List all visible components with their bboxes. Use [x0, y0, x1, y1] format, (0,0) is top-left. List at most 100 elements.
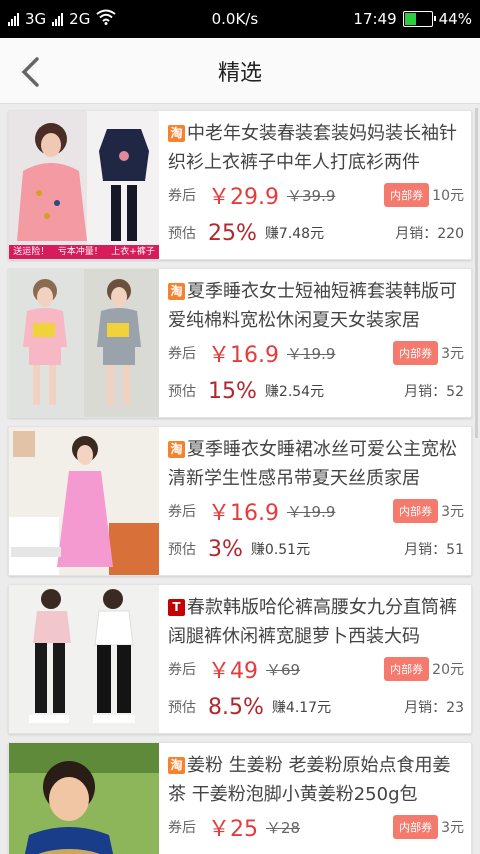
earn-amount: 赚0.51元 [250, 542, 311, 558]
taobao-icon: 淘 [168, 283, 185, 300]
product-title-text: 夏季睡衣女睡裙冰丝可爱公主宽松清新学生性感吊带夏天丝质家居 [168, 439, 457, 489]
product-card[interactable]: 淘夏季睡衣女睡裙冰丝可爱公主宽松清新学生性感吊带夏天丝质家居 券后 ￥16.9 … [8, 426, 472, 576]
product-title-text: 春款韩版哈伦裤高腰女九分直筒裤阔腿裤休闲裤宽腿萝卜西装大码 [168, 597, 457, 647]
original-price: ￥69 [266, 660, 301, 679]
product-card[interactable]: T 春款韩版哈伦裤高腰女九分直筒裤阔腿裤休闲裤宽腿萝卜西装大码 券后 ￥49 ￥6… [8, 584, 472, 734]
coupon-value: 10元 [432, 188, 464, 204]
price-row: 券后 ￥16.9 ￥19.9 内部券 3元 [168, 495, 464, 527]
after-coupon-label: 券后 [168, 820, 196, 836]
original-price: ￥28 [266, 818, 301, 837]
product-card[interactable]: 淘姜粉 生姜粉 老姜粉原始点食用姜茶 干姜粉泡脚小黄姜粉250g包 券后 ￥25… [8, 742, 472, 854]
network-type-1: 3G [25, 10, 47, 28]
product-title[interactable]: 淘夏季睡衣女睡裙冰丝可爱公主宽松清新学生性感吊带夏天丝质家居 [168, 435, 464, 493]
clock: 17:49 [353, 10, 397, 28]
commission-percent: 15% [208, 378, 257, 404]
coupon-value: 3元 [441, 820, 464, 836]
monthly-sales: 月销：51 [404, 542, 464, 558]
inner-coupon-badge[interactable]: 内部券 [393, 815, 439, 839]
price: ￥16.9 [208, 343, 279, 368]
network-type-2: 2G [69, 10, 91, 28]
thumb-caption-mid: 亏本冲量！ [57, 247, 103, 257]
product-title[interactable]: 淘姜粉 生姜粉 老姜粉原始点食用姜茶 干姜粉泡脚小黄姜粉250g包 [168, 751, 464, 809]
taobao-icon: 淘 [168, 757, 185, 774]
product-info: 淘姜粉 生姜粉 老姜粉原始点食用姜茶 干姜粉泡脚小黄姜粉250g包 券后 ￥25… [159, 743, 471, 854]
wifi-icon [96, 9, 116, 29]
tmall-icon: T [168, 599, 185, 616]
coupon-value: 3元 [441, 346, 464, 362]
price-row: 券后 ￥29.9 ￥39.9 内部券 10元 [168, 179, 464, 211]
price-row: 券后 ￥49 ￥69 内部券 20元 [168, 653, 464, 685]
status-right: 17:49 44% [353, 10, 472, 28]
estimate-label: 预估 [168, 226, 196, 242]
product-title-text: 中老年女装春装套装妈妈装长袖针织衫上衣裤子中年人打底衫两件 [168, 123, 457, 173]
product-card[interactable]: 淘夏季睡衣女士短袖短裤套装韩版可爱纯棉料宽松休闲夏天女装家居 券后 ￥16.9 … [8, 268, 472, 418]
commission-percent: 25% [208, 220, 257, 246]
estimate-row: 预估 15% 赚2.54元 月销：52 [168, 374, 464, 408]
product-card[interactable]: 送运险！ 亏本冲量！ 上衣+裤子 淘中老年女装春装套装妈妈装长袖针织衫上衣裤子中… [8, 110, 472, 260]
price: ￥49 [208, 659, 258, 684]
product-image[interactable] [9, 585, 159, 733]
product-list[interactable]: 送运险！ 亏本冲量！ 上衣+裤子 淘中老年女装春装套装妈妈装长袖针织衫上衣裤子中… [0, 104, 480, 854]
after-coupon-label: 券后 [168, 346, 196, 362]
estimate-row: 预估 5% [168, 848, 464, 854]
product-title[interactable]: 淘夏季睡衣女士短袖短裤套装韩版可爱纯棉料宽松休闲夏天女装家居 [168, 277, 464, 335]
after-coupon-label: 券后 [168, 662, 196, 678]
product-image[interactable] [9, 427, 159, 575]
status-bar: 3G 2G 0.0K/s 17:49 44% [0, 0, 480, 38]
taobao-icon: 淘 [168, 125, 185, 142]
product-info: 淘夏季睡衣女士短袖短裤套装韩版可爱纯棉料宽松休闲夏天女装家居 券后 ￥16.9 … [159, 269, 471, 417]
back-button[interactable] [10, 52, 50, 92]
taobao-icon: 淘 [168, 441, 185, 458]
product-info: 淘夏季睡衣女睡裙冰丝可爱公主宽松清新学生性感吊带夏天丝质家居 券后 ￥16.9 … [159, 427, 471, 575]
product-title[interactable]: 淘中老年女装春装套装妈妈装长袖针织衫上衣裤子中年人打底衫两件 [168, 119, 464, 177]
network-speed: 0.0K/s [211, 10, 259, 28]
after-coupon-label: 券后 [168, 504, 196, 520]
inner-coupon-badge[interactable]: 内部券 [393, 341, 439, 365]
price-row: 券后 ￥25 ￥28 内部券 3元 [168, 811, 464, 843]
earn-amount: 赚7.48元 [264, 226, 325, 242]
estimate-row: 预估 25% 赚7.48元 月销：220 [168, 216, 464, 250]
inner-coupon-badge[interactable]: 内部券 [393, 499, 439, 523]
price: ￥25 [208, 817, 258, 842]
estimate-label: 预估 [168, 700, 196, 716]
signal-icon [8, 12, 19, 26]
earn-amount: 赚4.17元 [271, 700, 332, 716]
monthly-sales: 月销：220 [395, 226, 464, 242]
thumb-caption-left: 送运险！ [13, 247, 50, 257]
product-title-text: 夏季睡衣女士短袖短裤套装韩版可爱纯棉料宽松休闲夏天女装家居 [168, 281, 457, 331]
original-price: ￥19.9 [287, 502, 336, 521]
after-coupon-label: 券后 [168, 188, 196, 204]
price-row: 券后 ￥16.9 ￥19.9 内部券 3元 [168, 337, 464, 369]
thumb-caption-right: 上衣+裤子 [111, 247, 155, 257]
product-image[interactable]: 送运险！ 亏本冲量！ 上衣+裤子 [9, 111, 159, 259]
status-left: 3G 2G [8, 9, 116, 29]
product-title-text: 姜粉 生姜粉 老姜粉原始点食用姜茶 干姜粉泡脚小黄姜粉250g包 [168, 755, 451, 805]
inner-coupon-badge[interactable]: 内部券 [384, 183, 430, 207]
battery-icon [402, 11, 436, 27]
inner-coupon-badge[interactable]: 内部券 [384, 657, 430, 681]
signal-icon-2 [52, 12, 64, 26]
battery-percent: 44% [438, 10, 472, 28]
coupon-value: 3元 [441, 504, 464, 520]
original-price: ￥19.9 [287, 344, 336, 363]
price: ￥29.9 [208, 185, 279, 210]
product-info: T 春款韩版哈伦裤高腰女九分直筒裤阔腿裤休闲裤宽腿萝卜西装大码 券后 ￥49 ￥6… [159, 585, 471, 733]
product-info: 淘中老年女装春装套装妈妈装长袖针织衫上衣裤子中年人打底衫两件 券后 ￥29.9 … [159, 111, 471, 259]
page-title: 精选 [217, 60, 262, 86]
estimate-row: 预估 8.5% 赚4.17元 月销：23 [168, 690, 464, 724]
monthly-sales: 月销：52 [404, 384, 464, 400]
coupon-value: 20元 [432, 662, 464, 678]
title-bar: 精选 [0, 38, 480, 104]
scrollbar[interactable] [475, 108, 478, 438]
earn-amount: 赚2.54元 [264, 384, 325, 400]
estimate-row: 预估 3% 赚0.51元 月销：51 [168, 532, 464, 566]
price: ￥16.9 [208, 501, 279, 526]
estimate-label: 预估 [168, 384, 196, 400]
thumb-caption: 送运险！ 亏本冲量！ 上衣+裤子 [9, 245, 159, 259]
product-image[interactable] [9, 269, 159, 417]
monthly-sales: 月销：23 [404, 700, 464, 716]
product-title[interactable]: T 春款韩版哈伦裤高腰女九分直筒裤阔腿裤休闲裤宽腿萝卜西装大码 [168, 593, 464, 651]
chevron-left-icon [21, 57, 39, 87]
product-image[interactable] [9, 743, 159, 854]
original-price: ￥39.9 [287, 186, 336, 205]
